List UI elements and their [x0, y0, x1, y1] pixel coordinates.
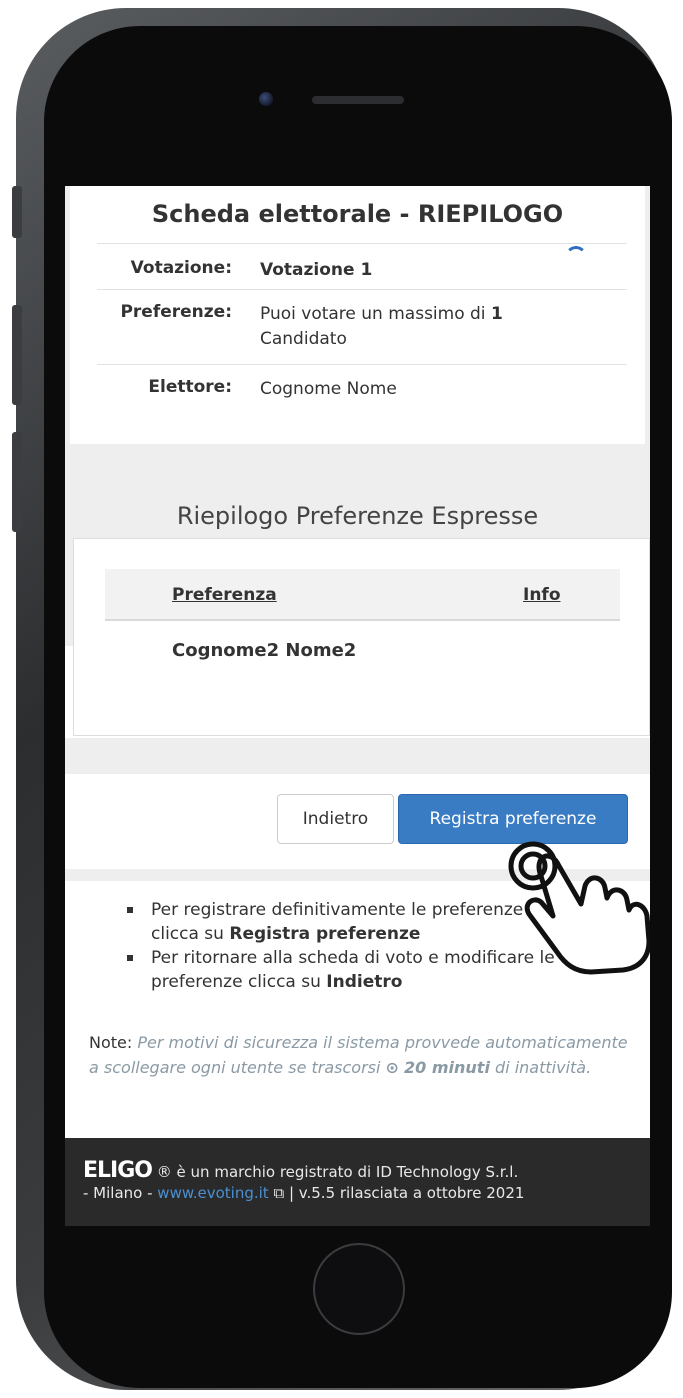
volume-down-button: [12, 432, 22, 532]
instruction-action: Indietro: [326, 972, 403, 992]
home-button[interactable]: [313, 1243, 405, 1335]
page-title: Scheda elettorale - RIEPILOGO: [151, 200, 564, 228]
row-label: Preferenze:: [120, 302, 232, 322]
external-link-icon: ⧉: [273, 1184, 285, 1202]
footer-trademark: ® è un marchio registrato di ID Technolo…: [156, 1163, 519, 1181]
earpiece-speaker: [312, 96, 404, 104]
evoting-link[interactable]: www.evoting.it: [157, 1184, 268, 1202]
column-header-preferenza[interactable]: Preferenza: [172, 585, 277, 605]
value-text: Puoi votare un massimo di: [260, 304, 486, 324]
security-note: Note: Per motivi di sicurezza il sistema…: [89, 1030, 634, 1080]
instruction-action: Registra preferenze: [229, 924, 421, 944]
footer-line: - Milano - www.evoting.it ⧉ | v.5.5 rila…: [83, 1184, 650, 1202]
footer-line: ELIGO ® è un marchio registrato di ID Te…: [83, 1158, 650, 1183]
row-value: Cognome Nome: [260, 379, 397, 399]
front-camera-icon: [259, 92, 273, 106]
phone-screen: Scheda elettorale - RIEPILOGO Votazione:…: [65, 186, 650, 1226]
eligo-logo: ELIGO: [83, 1158, 153, 1183]
clock-icon: ⊙: [385, 1058, 399, 1077]
divider: [97, 364, 627, 365]
note-label: Note:: [89, 1033, 133, 1052]
note-duration: 20 minuti: [404, 1058, 490, 1077]
table-row: Cognome2 Nome2: [105, 623, 620, 673]
divider: [97, 289, 627, 290]
value-number: 1: [490, 304, 503, 324]
section-divider: [65, 738, 650, 774]
note-suffix: di inattività.: [495, 1058, 592, 1077]
footer-location: - Milano -: [83, 1184, 153, 1202]
summary-title: Riepilogo Preferenze Espresse: [176, 502, 539, 530]
column-header-info[interactable]: Info: [523, 585, 561, 605]
row-label: Votazione:: [130, 258, 232, 278]
pointing-hand-icon: [508, 841, 650, 975]
loading-spinner-icon: [565, 246, 587, 268]
row-value: Votazione 1: [260, 260, 373, 280]
footer-version: | v.5.5 rilasciata a ottobre 2021: [288, 1184, 525, 1202]
divider: [97, 243, 627, 244]
row-value: Puoi votare un massimo di 1 Candidato: [260, 302, 550, 352]
footer: ELIGO ® è un marchio registrato di ID Te…: [65, 1138, 650, 1226]
volume-up-button: [12, 305, 22, 405]
value-suffix: Candidato: [260, 329, 347, 349]
table-header: Preferenza Info: [105, 569, 620, 621]
back-button[interactable]: Indietro: [277, 794, 394, 844]
row-label: Elettore:: [148, 377, 232, 397]
preference-name: Cognome2 Nome2: [172, 640, 357, 661]
mute-switch: [12, 186, 22, 238]
